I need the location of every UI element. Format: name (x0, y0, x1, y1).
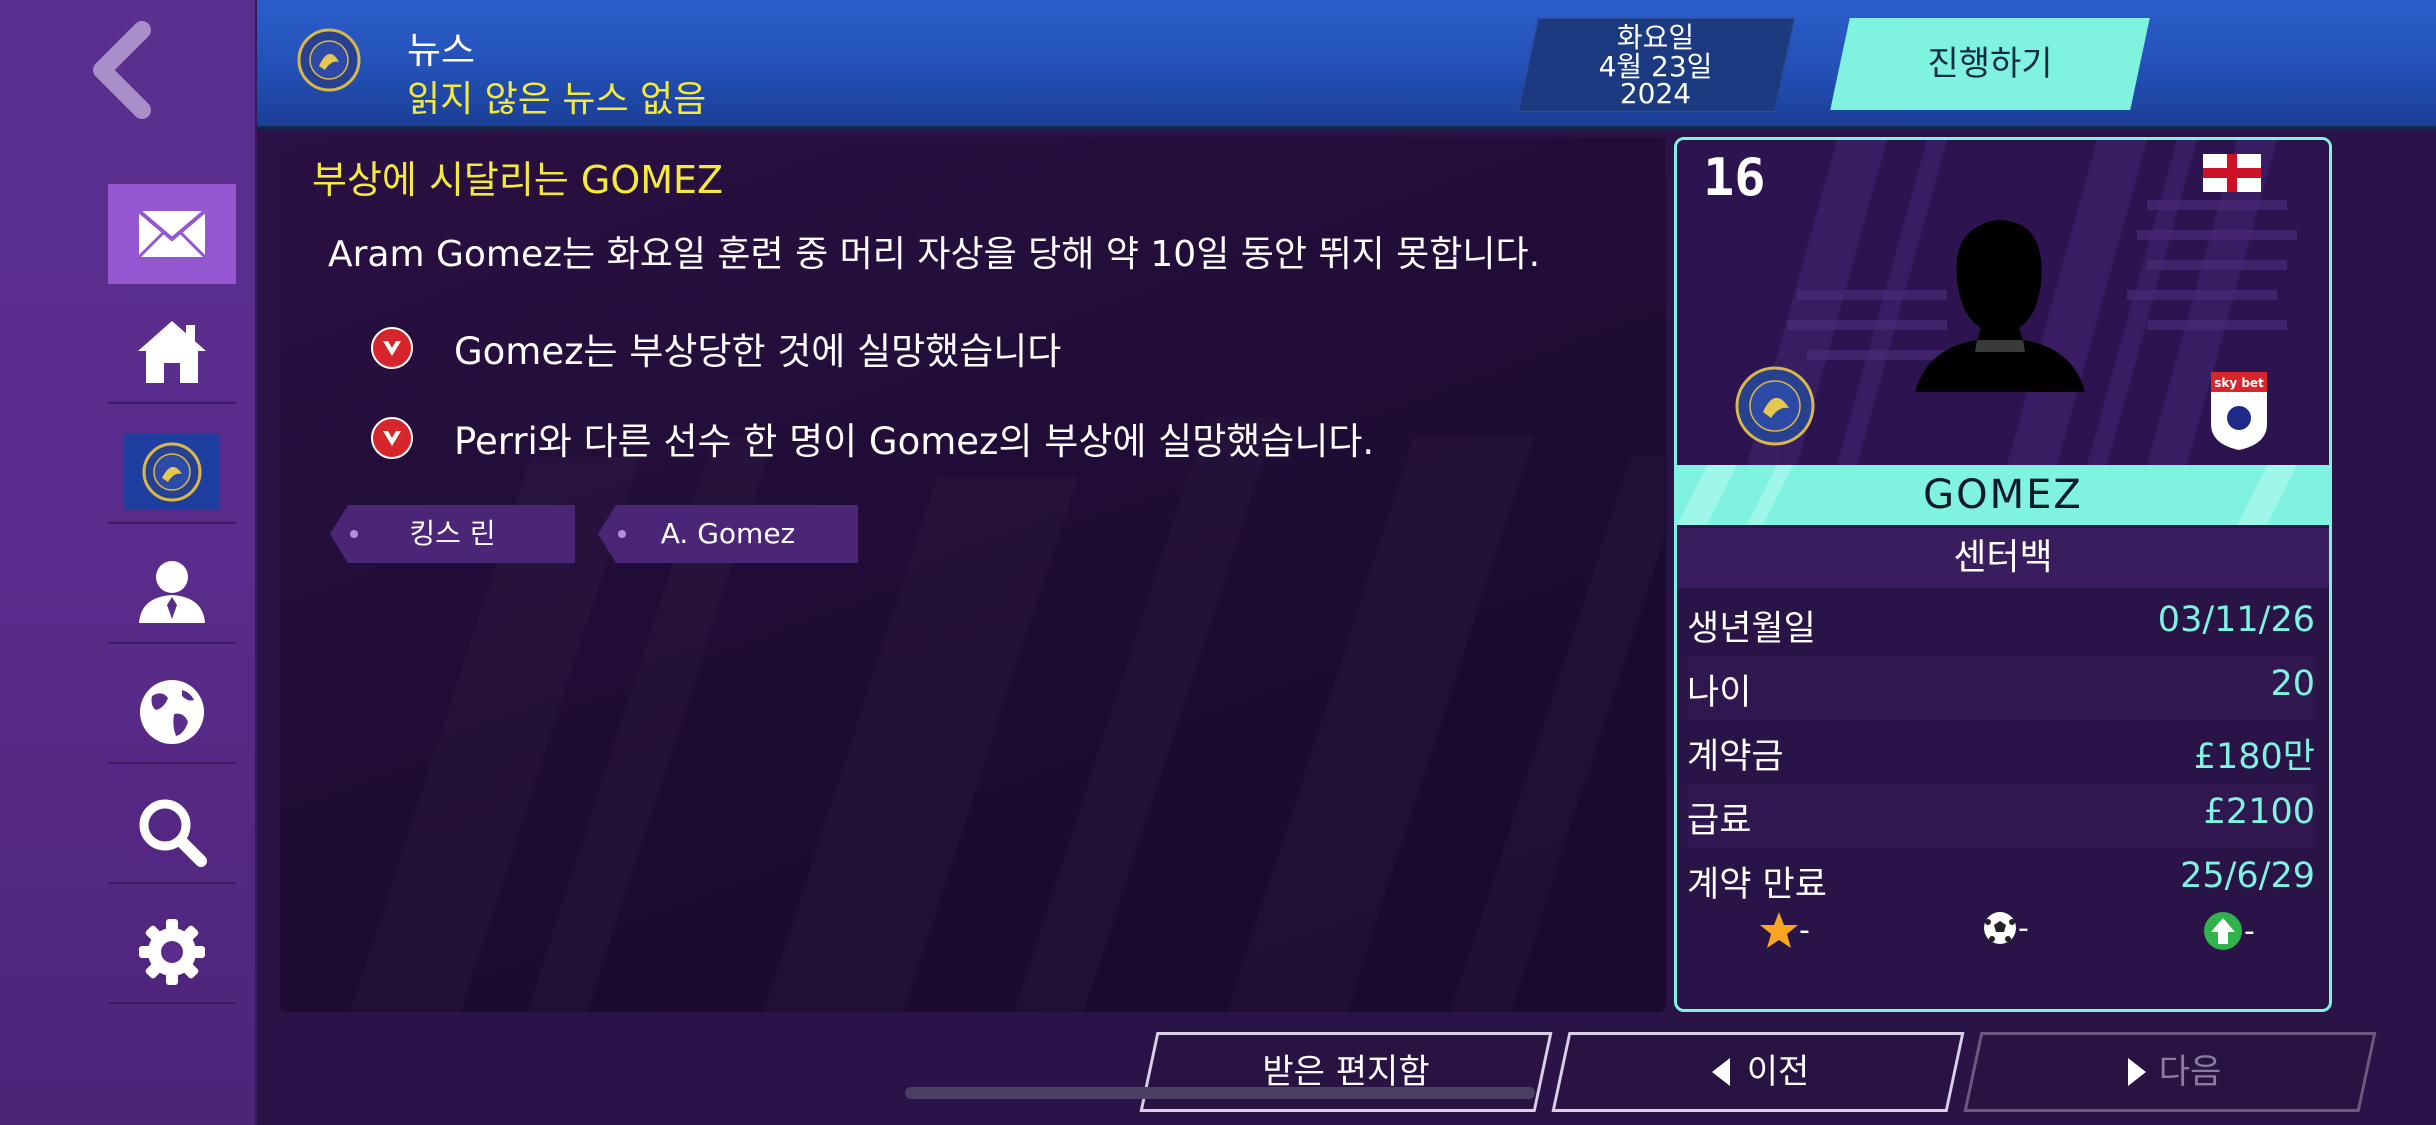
inbox-button[interactable]: 받은 편지함 (1139, 1032, 1553, 1112)
player-position: 센터백 (1953, 537, 2053, 578)
news-headline: 부상에 시달리는 GOMEZ (312, 158, 724, 202)
globe-icon (140, 680, 204, 744)
stat-label: 계약 만료 (1687, 865, 1827, 905)
next-button-label: 다음 (2158, 1052, 2222, 1092)
sidebar-item-search[interactable] (108, 782, 236, 884)
news-article-panel: 부상에 시달리는 GOMEZ Aram Gomez는 화요일 훈련 중 머리 자… (280, 137, 1666, 1012)
player-photo-area: 16 sky bet (1677, 140, 2329, 465)
reaction-text: Gomez는 부상당한 것에 실망했습니다 (454, 330, 1062, 373)
continue-button-label: 진행하기 (1927, 44, 2053, 84)
previous-button[interactable]: 이전 (1551, 1032, 1965, 1112)
goals-value: - (2018, 910, 2029, 946)
form-stat: - (2202, 910, 2255, 952)
sidebar-item-inbox[interactable] (108, 184, 236, 284)
club-crest-icon (124, 434, 220, 510)
stat-row-contract-expiry: 계약 만료 25/6/29 (1687, 848, 2315, 912)
inbox-button-label: 받은 편지함 (1262, 1052, 1430, 1092)
stat-value: 20 (2270, 664, 2315, 704)
stat-row-birthdate: 생년월일 03/11/26 (1687, 592, 2315, 656)
search-icon (139, 799, 207, 867)
rating-value: - (1799, 912, 1810, 948)
manager-icon (139, 561, 205, 623)
stat-row-value: 계약금 £180만 (1687, 720, 2315, 784)
sidebar-item-manager[interactable] (108, 542, 236, 644)
stat-row-wage: 급료 £2100 (1687, 784, 2315, 848)
goals-stat: - (1982, 910, 2029, 946)
player-card[interactable]: 16 sky bet GOMEZ 센터백 생년월일 03/11/26 나이 20… (1674, 137, 2332, 1012)
reaction-text: Perri와 다른 선수 한 명이 Gomez의 부상에 실망했습니다. (454, 420, 1375, 463)
stat-label: 생년월일 (1687, 609, 1816, 649)
home-icon (138, 321, 206, 383)
england-flag-icon (2203, 154, 2261, 192)
stat-row-age: 나이 20 (1687, 656, 2315, 720)
sidebar-item-settings[interactable] (108, 902, 236, 1004)
reaction-item: Perri와 다른 선수 한 명이 Gomez의 부상에 실망했습니다. (370, 411, 1374, 465)
back-button[interactable] (80, 20, 170, 120)
stat-label: 나이 (1687, 673, 1752, 713)
stat-value: 03/11/26 (2157, 600, 2315, 640)
stat-value: 25/6/29 (2180, 856, 2315, 896)
unread-news-status: 읽지 않은 뉴스 없음 (407, 79, 707, 120)
news-body: Aram Gomez는 화요일 훈련 중 머리 자상을 당해 약 10일 동안 … (328, 234, 1541, 275)
back-arrow-icon (93, 21, 151, 119)
page-title: 뉴스 (407, 29, 476, 72)
envelope-icon (137, 209, 207, 259)
thumbs-down-reaction-icon (371, 327, 413, 369)
date-year: 2024 (1619, 77, 1692, 110)
previous-button-label: 이전 (1746, 1052, 1810, 1092)
tag-label: 킹스 린 (409, 517, 496, 550)
gear-icon (139, 919, 205, 985)
player-name: GOMEZ (1923, 472, 2083, 518)
form-value: - (2244, 913, 2255, 949)
sidebar-item-home[interactable] (108, 302, 236, 404)
stat-label: 급료 (1687, 801, 1752, 841)
svg-text:sky bet: sky bet (2214, 376, 2264, 390)
reaction-item: Gomez는 부상당한 것에 실망했습니다 (370, 321, 1061, 375)
sidebar-item-club[interactable] (108, 422, 236, 524)
club-crest-icon (297, 28, 361, 92)
home-indicator[interactable] (905, 1087, 1535, 1099)
shirt-number: 16 (1703, 148, 1766, 208)
next-button[interactable]: 다음 (1963, 1032, 2377, 1112)
stat-value: £2100 (2203, 792, 2315, 832)
club-crest-icon (1735, 366, 1815, 446)
rating-stat: - (1759, 910, 1810, 950)
tag-label: A. Gomez (660, 517, 796, 550)
tag-club[interactable]: 킹스 린 (330, 505, 575, 563)
sidebar-item-world[interactable] (108, 662, 236, 764)
stat-value: £180만 (2193, 737, 2315, 777)
up-arrow-icon (2204, 912, 2242, 950)
football-icon (1984, 912, 2016, 944)
thumbs-down-reaction-icon (371, 417, 413, 459)
star-icon (1760, 912, 1798, 948)
stat-label: 계약금 (1687, 737, 1784, 777)
sidebar (0, 0, 257, 1125)
date-weekday: 화요일 (1616, 21, 1695, 54)
league-badge-icon: sky bet (2211, 372, 2267, 450)
tag-player[interactable]: A. Gomez (598, 505, 858, 563)
